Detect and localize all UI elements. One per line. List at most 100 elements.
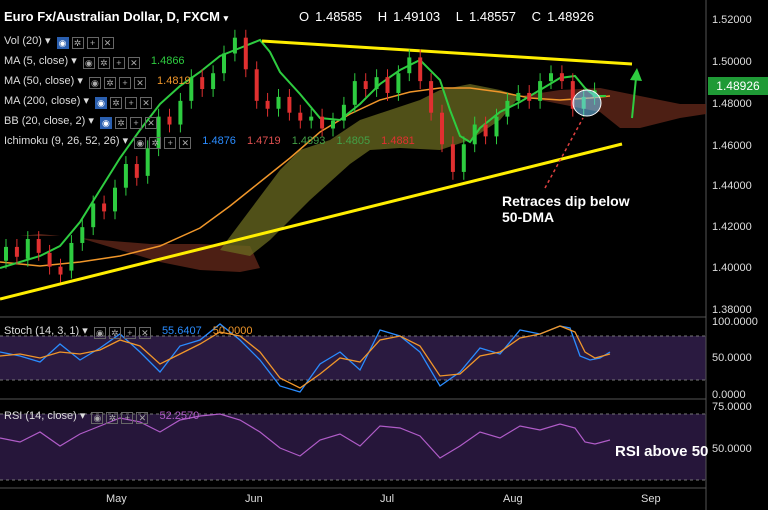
legend-ma200[interactable]: MA (200, close) ▾ ◉ ✲ + ✕ bbox=[4, 93, 153, 109]
candle-body bbox=[47, 252, 52, 267]
legend-label: BB (20, close, 2) bbox=[4, 115, 86, 127]
dip-highlight bbox=[572, 89, 602, 117]
chevron-down-icon[interactable]: ▾ bbox=[82, 325, 88, 337]
x-tick: Jun bbox=[245, 493, 263, 505]
candle-body bbox=[178, 100, 183, 125]
close-icon[interactable]: ✕ bbox=[140, 97, 153, 109]
open-value: O 1.48585 bbox=[299, 9, 363, 24]
close-icon[interactable]: ✕ bbox=[138, 327, 151, 339]
settings-icon[interactable]: ✲ bbox=[71, 37, 84, 49]
close-value: C 1.48926 bbox=[531, 9, 595, 24]
ohlc-readout: O 1.48585 H 1.49103 L 1.48557 C 1.48926 bbox=[299, 9, 606, 24]
candle-body bbox=[200, 77, 205, 90]
candle-body bbox=[102, 203, 107, 212]
y-tick: 1.40000 bbox=[712, 262, 752, 274]
chevron-down-icon[interactable]: ▾ bbox=[71, 55, 77, 67]
legend-bb[interactable]: BB (20, close, 2) ▾ ◉ ✲ + ✕ bbox=[4, 113, 157, 129]
eye-icon[interactable]: ◉ bbox=[134, 137, 147, 149]
x-tick: Aug bbox=[503, 493, 523, 505]
candle-body bbox=[14, 246, 19, 257]
settings-icon[interactable]: ✲ bbox=[108, 327, 121, 339]
legend-vol[interactable]: Vol (20) ▾ ◉ ✲ + ✕ bbox=[4, 33, 114, 49]
symbol-title[interactable]: Euro Fx/Australian Dollar, D, FXCM ▾ bbox=[4, 9, 228, 24]
legend-label: MA (5, close) bbox=[4, 55, 69, 67]
candle-body bbox=[113, 187, 117, 212]
candle-body bbox=[418, 57, 423, 82]
chevron-down-icon[interactable]: ▾ bbox=[88, 115, 94, 127]
stoch-tick-100: 100.0000 bbox=[712, 316, 758, 328]
legend-ma50[interactable]: MA (50, close) ▾ ◉ ✲ + ✕ 1.4819 bbox=[4, 73, 191, 89]
close-icon[interactable]: ✕ bbox=[101, 37, 114, 49]
ma5-value: 1.4866 bbox=[150, 55, 185, 67]
candle-body bbox=[527, 92, 532, 101]
close-icon[interactable]: ✕ bbox=[133, 77, 146, 89]
settings-icon[interactable]: ✲ bbox=[97, 57, 110, 69]
candle-body bbox=[309, 116, 314, 121]
eye-icon[interactable]: ◉ bbox=[95, 97, 108, 109]
eye-icon[interactable]: ◉ bbox=[82, 57, 95, 69]
chevron-down-icon[interactable]: ▾ bbox=[123, 135, 129, 147]
candle-body bbox=[145, 148, 150, 176]
add-icon[interactable]: + bbox=[121, 412, 134, 424]
close-icon[interactable]: ✕ bbox=[127, 57, 140, 69]
candle-body bbox=[167, 116, 172, 125]
eye-icon[interactable]: ◉ bbox=[56, 37, 69, 49]
chevron-down-icon[interactable]: ▾ bbox=[80, 410, 86, 422]
last-price-badge: 1.48926 bbox=[708, 77, 768, 95]
close-icon[interactable]: ✕ bbox=[136, 412, 149, 424]
legend-ichimoku[interactable]: Ichimoku (9, 26, 52, 26) ▾ ◉ ✲ + ✕ 1.4876 1… bbox=[4, 133, 415, 149]
candle-body bbox=[461, 144, 466, 172]
candle-body bbox=[243, 37, 248, 70]
add-icon[interactable]: + bbox=[125, 97, 138, 109]
rsi-legend[interactable]: RSI (14, close) ▾ ◉ ✲ + ✕ 52.2570 bbox=[4, 409, 199, 424]
add-icon[interactable]: + bbox=[129, 117, 142, 129]
candle-body bbox=[363, 81, 368, 90]
settings-icon[interactable]: ✲ bbox=[110, 97, 123, 109]
ichimoku-conversion: 1.4876 bbox=[202, 135, 236, 147]
stoch-tick-50: 50.0000 bbox=[712, 352, 752, 364]
candle-body bbox=[407, 57, 412, 74]
candle-body bbox=[58, 266, 63, 275]
legend-ma5[interactable]: MA (5, close) ▾ ◉ ✲ + ✕ 1.4866 bbox=[4, 53, 185, 69]
candle-body bbox=[287, 96, 292, 113]
candle-body bbox=[331, 120, 335, 129]
add-icon[interactable]: + bbox=[123, 327, 136, 339]
chevron-down-icon[interactable]: ▾ bbox=[77, 75, 83, 87]
candle-body bbox=[440, 112, 444, 145]
legend-label: MA (50, close) bbox=[4, 75, 75, 87]
eye-icon[interactable]: ◉ bbox=[88, 77, 101, 89]
add-icon[interactable]: + bbox=[118, 77, 131, 89]
candle-body bbox=[254, 69, 259, 101]
candle-body bbox=[265, 100, 270, 109]
candle-body bbox=[352, 81, 357, 105]
stoch-tick-0: 0.0000 bbox=[712, 389, 746, 401]
y-tick: 1.46000 bbox=[712, 140, 752, 152]
add-icon[interactable]: + bbox=[86, 37, 99, 49]
candle-body bbox=[374, 77, 379, 90]
close-icon[interactable]: ✕ bbox=[144, 117, 157, 129]
eye-icon[interactable]: ◉ bbox=[93, 327, 106, 339]
add-icon[interactable]: + bbox=[164, 137, 177, 149]
candle-body bbox=[429, 81, 434, 113]
settings-icon[interactable]: ✲ bbox=[114, 117, 127, 129]
chevron-down-icon[interactable]: ▾ bbox=[83, 95, 89, 107]
add-icon[interactable]: + bbox=[112, 57, 125, 69]
candle-body bbox=[559, 73, 564, 82]
candle-body bbox=[134, 164, 139, 178]
low-value: L 1.48557 bbox=[455, 9, 516, 24]
candle-body bbox=[320, 116, 325, 129]
settings-icon[interactable]: ✲ bbox=[103, 77, 116, 89]
settings-icon[interactable]: ✲ bbox=[106, 412, 119, 424]
chevron-down-icon[interactable]: ▾ bbox=[224, 13, 229, 23]
settings-icon[interactable]: ✲ bbox=[149, 137, 162, 149]
ichimoku-lagging: 1.4893 bbox=[291, 135, 326, 147]
legend-label: MA (200, close) bbox=[4, 95, 81, 107]
candle-body bbox=[450, 144, 455, 172]
eye-icon[interactable]: ◉ bbox=[91, 412, 104, 424]
close-icon[interactable]: ✕ bbox=[179, 137, 192, 149]
candle-body bbox=[396, 73, 401, 93]
chevron-down-icon[interactable]: ▾ bbox=[45, 35, 51, 47]
rsi-annotation: RSI above 50 bbox=[615, 443, 709, 460]
eye-icon[interactable]: ◉ bbox=[99, 117, 112, 129]
stoch-legend[interactable]: Stoch (14, 3, 1) ▾ ◉ ✲ + ✕ 55.6407 50.0000 bbox=[4, 324, 253, 339]
